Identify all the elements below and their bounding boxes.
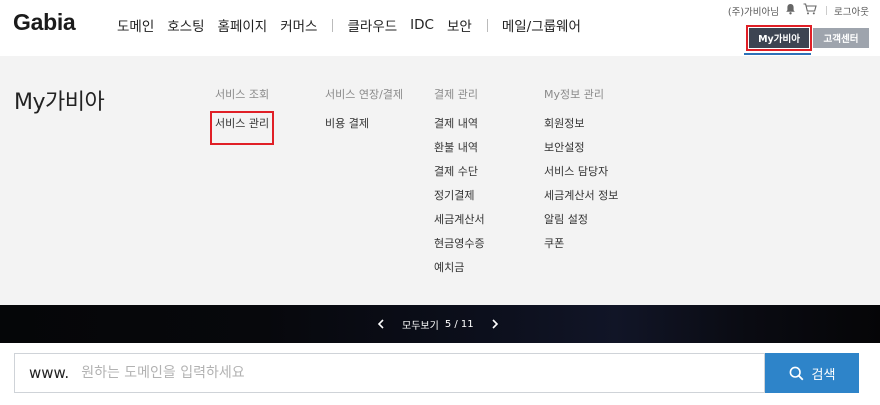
menu-link-deposit[interactable]: 예치금 — [434, 260, 485, 284]
menu-link-security-settings[interactable]: 보안설정 — [544, 140, 618, 164]
chevron-left-icon[interactable] — [372, 314, 390, 334]
customer-center-button[interactable]: 고객센터 — [813, 28, 869, 48]
column-heading: My정보 관리 — [544, 88, 604, 101]
menu-column-service-lookup: 서비스 조회 서비스 관리 — [209, 86, 275, 145]
bell-icon[interactable] — [785, 3, 796, 18]
search-prefix: www. — [29, 364, 70, 382]
search-icon — [789, 366, 803, 380]
menu-link-coupon[interactable]: 쿠폰 — [544, 236, 618, 260]
logout-link[interactable]: 로그아웃 — [834, 4, 869, 18]
nav-item-domain[interactable]: 도메인 — [117, 15, 154, 35]
nav-item-mail-groupware[interactable]: 메일/그룹웨어 — [502, 15, 581, 35]
mygabia-button[interactable]: My가비아 — [746, 25, 812, 51]
main-nav: 도메인 호스팅 홈페이지 커머스 클라우드 IDC 보안 메일/그룹웨어 — [117, 15, 594, 35]
menu-link-cash-receipt[interactable]: 현금영수증 — [434, 236, 485, 260]
cart-icon[interactable] — [803, 3, 817, 18]
util-divider — [826, 6, 828, 15]
column-heading: 결제 관리 — [434, 88, 478, 101]
user-name[interactable]: (주)가비아님 — [728, 4, 779, 18]
view-all-link[interactable]: 모두보기 — [402, 317, 439, 332]
chevron-right-icon[interactable] — [486, 314, 504, 334]
menu-link-notification-settings[interactable]: 알림 설정 — [544, 212, 618, 236]
nav-divider — [332, 18, 334, 32]
menu-link-recurring-payment[interactable]: 정기결제 — [434, 188, 485, 212]
menu-link-payment-method[interactable]: 결제 수단 — [434, 164, 485, 188]
active-tab-indicator — [744, 53, 811, 55]
nav-item-cloud[interactable]: 클라우드 — [347, 15, 397, 35]
nav-item-homepage[interactable]: 홈페이지 — [218, 15, 268, 35]
menu-link-payment-history[interactable]: 결제 내역 — [434, 116, 485, 140]
menu-link-service-management[interactable]: 서비스 관리 — [209, 111, 275, 145]
promo-banner: 모두보기 5 / 11 — [0, 305, 880, 343]
column-heading: 서비스 연장/결제 — [325, 88, 404, 101]
banner-page-count: 5 / 11 — [444, 318, 474, 330]
menu-link-tax-invoice[interactable]: 세금계산서 — [434, 212, 485, 236]
column-heading: 서비스 조회 — [215, 88, 270, 101]
search-button-label: 검색 — [811, 367, 836, 383]
menu-link-tax-invoice-info[interactable]: 세금계산서 정보 — [544, 188, 618, 212]
domain-search-input[interactable] — [81, 354, 764, 392]
menu-column-my-info: My정보 관리 회원정보 보안설정 서비스 담당자 세금계산서 정보 알림 설정… — [544, 86, 618, 260]
menu-link-cost-payment[interactable]: 비용 결제 — [325, 116, 403, 140]
gabia-logo[interactable]: Gabia — [13, 9, 76, 36]
menu-link-member-info[interactable]: 회원정보 — [544, 116, 618, 140]
menu-column-renewal-payment: 서비스 연장/결제 비용 결제 — [325, 86, 403, 140]
nav-item-security[interactable]: 보안 — [447, 15, 472, 35]
menu-link-refund-history[interactable]: 환불 내역 — [434, 140, 485, 164]
mygabia-menu-panel: My가비아 서비스 조회 서비스 관리 서비스 연장/결제 비용 결제 결제 관… — [0, 56, 880, 305]
nav-item-idc[interactable]: IDC — [410, 17, 434, 33]
top-header: Gabia 도메인 호스팅 홈페이지 커머스 클라우드 IDC 보안 메일/그룹… — [0, 0, 880, 56]
menu-link-service-manager[interactable]: 서비스 담당자 — [544, 164, 618, 188]
utility-bar: (주)가비아님 로그아웃 — [728, 3, 869, 18]
menu-title: My가비아 — [14, 90, 105, 115]
domain-search-box: www. — [14, 353, 765, 393]
banner-pager: 모두보기 5 / 11 — [372, 314, 504, 334]
nav-item-commerce[interactable]: 커머스 — [280, 15, 317, 35]
nav-divider — [486, 18, 488, 32]
menu-column-payment-management: 결제 관리 결제 내역 환불 내역 결제 수단 정기결제 세금계산서 현금영수증… — [434, 86, 485, 284]
search-button[interactable]: 검색 — [765, 353, 859, 393]
nav-item-hosting[interactable]: 호스팅 — [167, 15, 204, 35]
